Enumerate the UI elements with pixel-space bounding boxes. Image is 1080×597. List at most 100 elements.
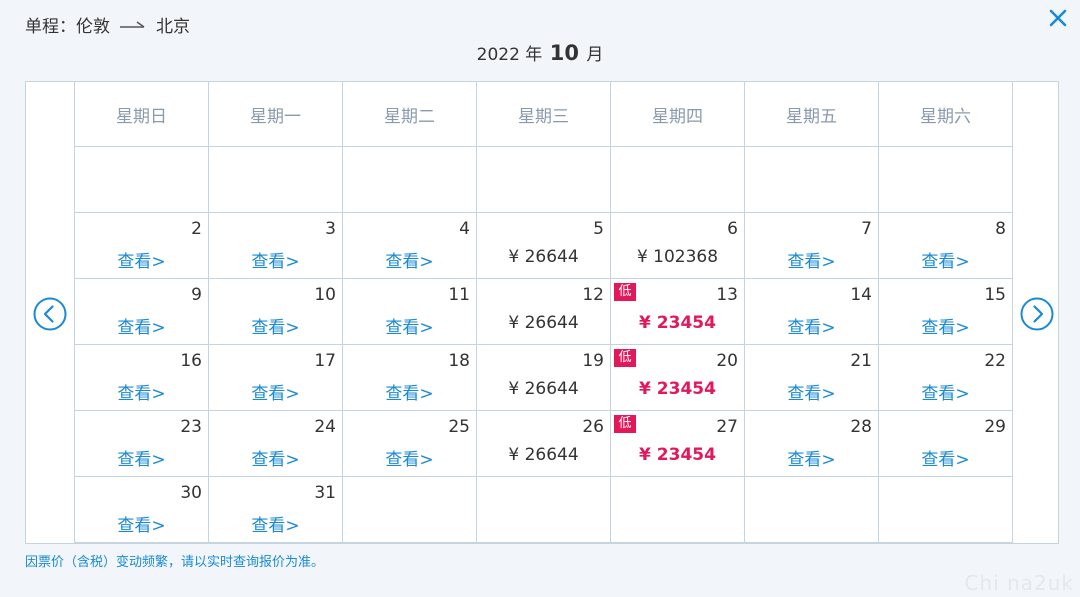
calendar-day-cell[interactable]: 12 ¥ 26644 [476,278,611,345]
calendar-day-cell[interactable]: 14 查看> [744,278,879,345]
weekday-sunday: 星期日 [74,81,209,147]
view-fare-link[interactable]: 查看> [209,313,342,338]
calendar-day-cell[interactable]: 19 ¥ 26644 [476,344,611,411]
calendar-cell-empty [744,146,879,213]
view-fare-link[interactable]: 查看> [745,445,878,470]
trip-type-label: 单程： [25,17,76,37]
day-number: 20 [716,351,738,371]
calendar-day-cell[interactable]: 30 查看> [74,476,209,543]
calendar-day-cell[interactable]: 17 查看> [208,344,343,411]
view-fare-link[interactable]: 查看> [745,247,878,272]
view-fare-link[interactable]: 查看> [75,445,208,470]
calendar-day-cell[interactable]: 31 查看> [208,476,343,543]
lowest-fare-price[interactable]: ¥ 23454 [611,313,744,333]
calendar-week-row: 9 查看> 10 查看> 11 查看> 12 ¥ 26644 13 低 ¥ 23454 14 查看> 15… [74,278,1013,345]
low-price-badge: 低 [614,415,636,433]
calendar-day-cell[interactable]: 16 查看> [74,344,209,411]
view-fare-link[interactable]: 查看> [75,313,208,338]
view-fare-link[interactable]: 查看> [879,379,1012,404]
view-fare-link[interactable]: 查看> [745,379,878,404]
calendar-week-row: 1 查看> [74,146,1013,213]
calendar-day-cell[interactable]: 5 ¥ 26644 [476,212,611,279]
view-fare-link[interactable]: 查看> [879,445,1012,470]
day-number: 7 [861,219,872,239]
calendar-day-cell[interactable]: 21 查看> [744,344,879,411]
view-fare-link[interactable]: 查看> [879,181,1012,206]
calendar-day-cell[interactable]: 6 ¥ 102368 [610,212,745,279]
calendar-day-cell[interactable]: 9 查看> [74,278,209,345]
lowest-fare-price[interactable]: ¥ 23454 [611,445,744,465]
calendar-day-cell[interactable]: 8 查看> [878,212,1013,279]
fare-price[interactable]: ¥ 26644 [477,445,610,465]
from-city: 伦敦 [76,17,110,37]
day-number: 5 [593,219,604,239]
calendar-cell-empty [610,476,745,543]
view-fare-link[interactable]: 查看> [75,247,208,272]
fare-price[interactable]: ¥ 26644 [477,313,610,333]
calendar-day-cell[interactable]: 24 查看> [208,410,343,477]
day-number: 17 [314,351,336,371]
weekday-saturday: 星期六 [878,81,1013,147]
fare-price[interactable]: ¥ 26644 [477,247,610,267]
day-number: 24 [314,417,336,437]
calendar-day-cell[interactable]: 28 查看> [744,410,879,477]
view-fare-link[interactable]: 查看> [75,511,208,536]
view-fare-link[interactable]: 查看> [745,313,878,338]
chevron-right-circle-icon[interactable] [1020,297,1054,331]
view-fare-link[interactable]: 查看> [75,379,208,404]
view-fare-link[interactable]: 查看> [343,247,476,272]
fare-price[interactable]: ¥ 102368 [611,247,744,267]
weekday-tuesday: 星期二 [342,81,477,147]
calendar-cell-empty [476,146,611,213]
weekday-header-row: 星期日 星期一 星期二 星期三 星期四 星期五 星期六 [74,81,1013,147]
view-fare-link[interactable]: 查看> [209,379,342,404]
calendar-day-cell[interactable]: 26 ¥ 26644 [476,410,611,477]
calendar-day-cell[interactable]: 2 查看> [74,212,209,279]
day-number: 12 [582,285,604,305]
calendar-day-cell[interactable]: 13 低 ¥ 23454 [610,278,745,345]
weekday-monday: 星期一 [208,81,343,147]
view-fare-link[interactable]: 查看> [343,445,476,470]
close-icon[interactable] [1046,6,1070,30]
calendar-day-cell[interactable]: 10 查看> [208,278,343,345]
weekday-thursday: 星期四 [610,81,745,147]
calendar-cell-empty [744,476,879,543]
calendar-day-cell[interactable]: 7 查看> [744,212,879,279]
calendar-day-cell[interactable]: 1 查看> [878,146,1013,213]
calendar-day-cell[interactable]: 18 查看> [342,344,477,411]
view-fare-link[interactable]: 查看> [343,313,476,338]
watermark: Chi na2uk [964,571,1074,595]
day-number: 11 [448,285,470,305]
calendar-day-cell[interactable]: 15 查看> [878,278,1013,345]
view-fare-link[interactable]: 查看> [209,247,342,272]
weekday-wednesday: 星期三 [476,81,611,147]
day-number: 22 [984,351,1006,371]
lowest-fare-price[interactable]: ¥ 23454 [611,379,744,399]
calendar-day-cell[interactable]: 25 查看> [342,410,477,477]
view-fare-link[interactable]: 查看> [343,379,476,404]
calendar-week-row: 2 查看> 3 查看> 4 查看> 5 ¥ 26644 6 ¥ 102368 7 查看> 8 查看> [74,212,1013,279]
calendar-day-cell[interactable]: 3 查看> [208,212,343,279]
chevron-left-circle-icon[interactable] [33,297,67,331]
day-number: 4 [459,219,470,239]
low-price-badge: 低 [614,283,636,301]
calendar-day-cell[interactable]: 4 查看> [342,212,477,279]
calendar-day-cell[interactable]: 20 低 ¥ 23454 [610,344,745,411]
day-number: 23 [180,417,202,437]
day-number: 30 [180,483,202,503]
fare-price[interactable]: ¥ 26644 [477,379,610,399]
calendar-day-cell[interactable]: 11 查看> [342,278,477,345]
price-disclaimer: 因票价（含税）变动频繁，请以实时查询报价为准。 [25,555,325,570]
calendar-day-cell[interactable]: 23 查看> [74,410,209,477]
day-number: 25 [448,417,470,437]
view-fare-link[interactable]: 查看> [879,313,1012,338]
view-fare-link[interactable]: 查看> [879,247,1012,272]
calendar-day-cell[interactable]: 22 查看> [878,344,1013,411]
view-fare-link[interactable]: 查看> [209,445,342,470]
calendar-day-cell[interactable]: 27 低 ¥ 23454 [610,410,745,477]
calendar-day-cell[interactable]: 29 查看> [878,410,1013,477]
day-number: 14 [850,285,872,305]
calendar-cell-empty [476,476,611,543]
view-fare-link[interactable]: 查看> [209,511,342,536]
calendar-cell-empty [342,146,477,213]
